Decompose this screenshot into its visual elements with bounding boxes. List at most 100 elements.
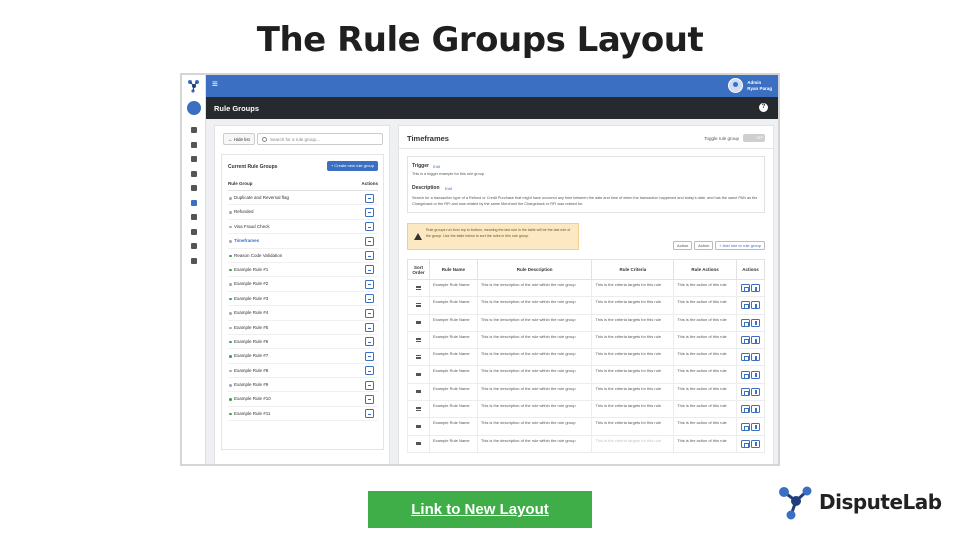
trash-icon[interactable] (751, 405, 760, 414)
more-actions-icon[interactable] (365, 236, 374, 246)
drag-handle-icon[interactable] (415, 355, 421, 359)
drag-handle-icon[interactable] (415, 303, 421, 307)
more-actions-icon[interactable] (365, 366, 374, 376)
rule-group-item[interactable]: Example Rule #6 (228, 335, 378, 350)
sort-cell (407, 296, 430, 315)
user-avatar-icon[interactable] (187, 101, 201, 115)
rule-group-item[interactable]: Example Rule #7 (228, 349, 378, 364)
status-dot-icon (229, 268, 232, 272)
edit-icon[interactable] (741, 353, 750, 362)
more-actions-icon[interactable] (365, 337, 374, 347)
edit-icon[interactable] (741, 318, 750, 327)
rule-group-item[interactable]: Example Rule #4 (228, 306, 378, 321)
drag-handle-icon[interactable] (415, 372, 421, 377)
more-actions-icon[interactable] (365, 193, 374, 203)
chart-icon[interactable] (182, 152, 206, 167)
help-icon[interactable]: ? (759, 103, 768, 112)
rule-group-label: Reason Code Validation (234, 252, 283, 258)
search-input[interactable] (270, 135, 380, 144)
gear-icon[interactable] (182, 196, 206, 211)
rule-group-item[interactable]: Visa Fraud Check (228, 220, 378, 235)
edit-icon[interactable] (741, 439, 750, 448)
trigger-edit-link[interactable]: Edit (433, 164, 440, 169)
drag-handle-icon[interactable] (415, 441, 421, 446)
home-icon[interactable] (182, 123, 206, 138)
hide-list-button[interactable]: ← Hide list (223, 133, 255, 145)
rule-group-item[interactable]: Refunded (228, 205, 378, 220)
rule-group-item[interactable]: Duplicate and Reversal flag (228, 191, 378, 206)
sort-cell (407, 400, 430, 419)
action-button-1[interactable]: Action (673, 241, 693, 250)
trash-icon[interactable] (751, 336, 760, 345)
edit-icon[interactable] (741, 387, 750, 396)
more-actions-icon[interactable] (365, 394, 374, 404)
rule-description-cell: This is the description of the rule with… (476, 296, 593, 315)
sliders-icon[interactable] (182, 254, 206, 269)
more-actions-icon[interactable] (365, 308, 374, 318)
description-edit-link[interactable]: Edit (445, 186, 452, 191)
more-actions-icon[interactable] (365, 251, 374, 261)
user-menu[interactable]: Admin Ryan Parag (728, 78, 772, 93)
create-rule-group-button[interactable]: + Create new rule group (326, 161, 378, 171)
more-actions-icon[interactable] (365, 294, 374, 304)
slide: The Rule Groups Layout ≡ Admin Ryan Para… (0, 0, 960, 540)
drag-handle-icon[interactable] (415, 407, 421, 411)
edit-icon[interactable] (741, 336, 750, 345)
trash-icon[interactable] (751, 284, 760, 293)
more-actions-icon[interactable] (365, 279, 374, 289)
link-to-new-layout-button[interactable]: Link to New Layout (368, 491, 592, 528)
trash-icon[interactable] (751, 370, 760, 379)
trash-icon[interactable] (751, 422, 760, 431)
search-box[interactable] (257, 133, 383, 145)
warning-icon[interactable] (182, 225, 206, 240)
add-rule-button[interactable]: + Add rule to rule group (715, 241, 765, 250)
rule-criteria-cell: This is the criteria targets for this ru… (591, 365, 675, 384)
rule-group-item[interactable]: Reason Code Validation (228, 249, 378, 263)
trash-icon[interactable] (751, 439, 760, 448)
more-actions-icon[interactable] (365, 323, 374, 333)
rule-group-item[interactable]: Example Rule #5 (228, 321, 378, 335)
card-icon[interactable] (182, 181, 206, 196)
trash-icon[interactable] (751, 353, 760, 362)
edit-icon[interactable] (741, 370, 750, 379)
rule-group-item[interactable]: Example Rule #9 (228, 378, 378, 393)
rule-group-item[interactable]: Example Rule #1 (228, 263, 378, 278)
toggle-switch[interactable]: OFF (743, 134, 765, 142)
edit-icon[interactable] (741, 422, 750, 431)
status-dot-icon (229, 369, 232, 373)
trash-icon[interactable] (751, 387, 760, 396)
trash-icon[interactable] (751, 301, 760, 310)
more-actions-icon[interactable] (365, 222, 374, 232)
hamburger-menu-icon[interactable]: ≡ (212, 80, 218, 90)
edit-icon[interactable] (741, 284, 750, 293)
drag-handle-icon[interactable] (415, 320, 421, 325)
rules-table-body: Example Rule Name This is the description… (407, 278, 765, 453)
rule-group-item[interactable]: Example Rule #10 (228, 392, 378, 407)
drag-handle-icon[interactable] (415, 338, 421, 342)
rule-group-item[interactable]: Example Rule #2 (228, 277, 378, 292)
users-icon[interactable] (182, 239, 206, 254)
trash-icon[interactable] (751, 318, 760, 327)
mail-icon[interactable] (182, 167, 206, 182)
rule-group-item[interactable]: Timeframes (228, 234, 378, 249)
drag-handle-icon[interactable] (415, 389, 421, 394)
rule-actions-cell: This is the action of this rule (673, 400, 737, 419)
briefcase-icon[interactable] (182, 138, 206, 153)
more-actions-icon[interactable] (365, 380, 374, 390)
drag-handle-icon[interactable] (415, 286, 421, 290)
rule-group-item[interactable]: Example Rule #11 (228, 407, 378, 422)
action-button-2[interactable]: Action (694, 241, 714, 250)
rule-group-item[interactable]: Example Rule #3 (228, 292, 378, 307)
row-actions-cell (736, 278, 765, 298)
page-header: Rule Groups ? (206, 97, 778, 119)
more-actions-icon[interactable] (365, 207, 374, 217)
more-actions-icon[interactable] (365, 351, 374, 361)
more-actions-icon[interactable] (365, 409, 374, 419)
drag-handle-icon[interactable] (415, 424, 421, 429)
sidebar-icons (182, 123, 206, 268)
more-actions-icon[interactable] (365, 265, 374, 275)
edit-icon[interactable] (741, 405, 750, 414)
edit-icon[interactable] (741, 301, 750, 310)
rule-group-item[interactable]: Example Rule #8 (228, 364, 378, 379)
document-icon[interactable] (182, 210, 206, 225)
